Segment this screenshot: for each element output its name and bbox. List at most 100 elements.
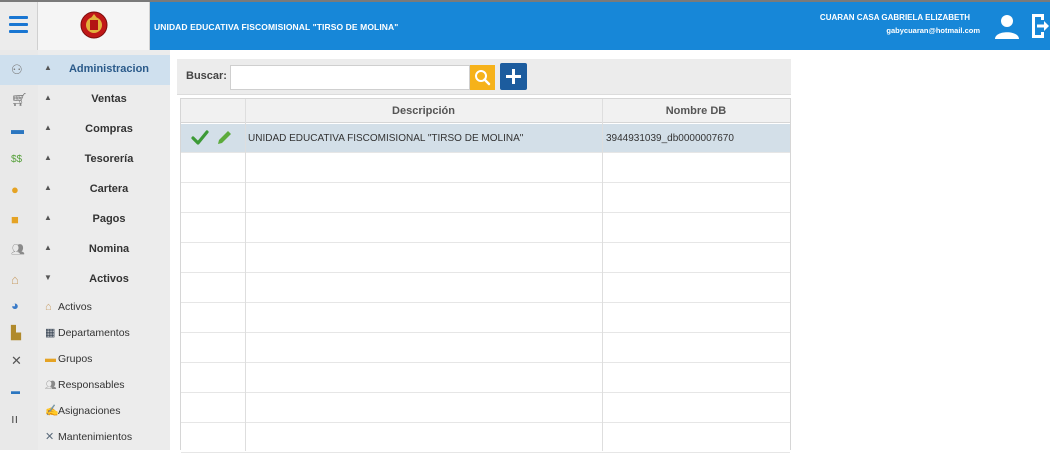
header-bar: UNIDAD EDUCATIVA FISCOMISIONAL "TIRSO DE… bbox=[150, 2, 1050, 50]
subitem-departamentos[interactable]: ▦ Departamentos bbox=[38, 321, 170, 347]
user-name: CUARAN CASA GABRIELA ELIZABETH bbox=[819, 13, 970, 22]
caret-down-icon: ▼ bbox=[44, 273, 52, 282]
caret-up-icon: ▲ bbox=[44, 123, 52, 132]
table-row-empty bbox=[181, 214, 790, 243]
sidebar: ⚇ ▲ Administracion 🛒︎ ▲ Ventas ▬ ▲ Compr… bbox=[0, 50, 170, 450]
table-row-empty bbox=[181, 184, 790, 213]
wallet-icon: ● bbox=[11, 182, 19, 197]
table-row-empty bbox=[181, 394, 790, 423]
sidebar-item-label: Administracion bbox=[68, 63, 150, 75]
check-icon[interactable] bbox=[191, 129, 209, 147]
column-divider bbox=[602, 99, 603, 451]
house-icon: ⌂ bbox=[45, 301, 52, 313]
logout-icon[interactable] bbox=[1029, 12, 1049, 40]
table-row-empty bbox=[181, 154, 790, 183]
plus-icon bbox=[506, 69, 521, 84]
sidebar-item-activos[interactable]: ⌂ ▼ Activos bbox=[0, 265, 170, 295]
subitem-asignaciones[interactable]: ✍ Asignaciones bbox=[38, 399, 170, 425]
school-logo[interactable] bbox=[38, 2, 150, 50]
user-avatar-icon[interactable] bbox=[994, 13, 1020, 39]
hamburger-bar bbox=[9, 30, 28, 33]
sidebar-item-pagos[interactable]: ■ ▲ Pagos bbox=[0, 205, 170, 235]
subitem-label: Responsables bbox=[58, 379, 125, 391]
caret-up-icon: ▲ bbox=[44, 243, 52, 252]
search-toolbar: Buscar: bbox=[177, 59, 791, 95]
tools-icon: ✕ bbox=[45, 431, 55, 443]
subitem-label: Asignaciones bbox=[58, 405, 121, 417]
column-header-descripcion[interactable]: Descripción bbox=[245, 99, 602, 123]
sidebar-item-tesoreria[interactable]: $$ ▲ Tesorería bbox=[0, 145, 170, 175]
people-icon: 👥︎ bbox=[45, 380, 57, 390]
hamburger-menu-icon bbox=[9, 16, 28, 19]
sidebar-item-label: Compras bbox=[85, 123, 133, 135]
subitem-mantenimientos[interactable]: ✕ Mantenimientos bbox=[38, 425, 170, 451]
hamburger-menu-button[interactable] bbox=[0, 2, 38, 50]
sidebar-item-label: Cartera bbox=[89, 183, 129, 195]
school-crest-logo bbox=[80, 11, 108, 39]
add-button[interactable] bbox=[500, 63, 527, 90]
search-icon bbox=[475, 70, 491, 86]
column-header-nombre-db[interactable]: Nombre DB bbox=[602, 99, 790, 123]
edit-pencil-icon[interactable] bbox=[215, 129, 233, 147]
table-row-empty bbox=[181, 334, 790, 363]
house-icon: ⌂ bbox=[11, 272, 19, 287]
payment-icon: ■ bbox=[11, 212, 19, 227]
top-bar: UNIDAD EDUCATIVA FISCOMISIONAL "TIRSO DE… bbox=[0, 0, 1050, 50]
user-email: gabycuaran@hotmail.com bbox=[886, 26, 980, 35]
hamburger-bar bbox=[9, 23, 28, 26]
money-icon: $$ bbox=[11, 154, 23, 165]
search-button[interactable] bbox=[470, 65, 495, 90]
subitem-grupos[interactable]: ▬ Grupos bbox=[38, 347, 170, 373]
sidebar-item-compras[interactable]: ▬ ▲ Compras bbox=[0, 115, 170, 145]
caret-up-icon: ▲ bbox=[44, 213, 52, 222]
truck-icon: ▬ bbox=[11, 122, 24, 137]
grid-header: Descripción Nombre DB bbox=[181, 99, 790, 123]
caret-up-icon: ▲ bbox=[44, 63, 52, 72]
pie-chart-icon[interactable]: ◕ bbox=[11, 299, 27, 313]
utensils-icon[interactable]: ıı bbox=[11, 412, 27, 426]
caret-up-icon: ▲ bbox=[44, 153, 52, 162]
column-divider bbox=[245, 99, 246, 451]
sidebar-item-ventas[interactable]: 🛒︎ ▲ Ventas bbox=[0, 85, 170, 115]
column-header-actions bbox=[181, 99, 245, 123]
table-row-empty bbox=[181, 274, 790, 303]
building-icon: ▦ bbox=[45, 327, 56, 339]
search-label: Buscar: bbox=[186, 70, 227, 82]
sidebar-item-label: Nomina bbox=[88, 243, 130, 255]
caret-up-icon: ▲ bbox=[44, 183, 52, 192]
subitem-responsables[interactable]: 👥︎ Responsables bbox=[38, 373, 170, 399]
group-icon: ▬ bbox=[45, 353, 56, 365]
table-row-empty bbox=[181, 364, 790, 393]
cart-icon: 🛒︎ bbox=[11, 92, 28, 107]
table-row-empty bbox=[181, 304, 790, 333]
sidebar-item-label: Tesorería bbox=[84, 153, 134, 165]
table-row[interactable]: UNIDAD EDUCATIVA FISCOMISIONAL "TIRSO DE… bbox=[181, 124, 790, 153]
sidebar-item-label: Pagos bbox=[92, 213, 126, 225]
assign-icon: ✍ bbox=[45, 405, 59, 417]
factory-icon[interactable]: ▙ bbox=[11, 326, 27, 340]
sidebar-item-administracion[interactable]: ⚇ ▲ Administracion bbox=[0, 55, 170, 85]
cell-nombre-db: 3944931039_db0000007670 bbox=[606, 133, 734, 144]
sidebar-item-cartera[interactable]: ● ▲ Cartera bbox=[0, 175, 170, 205]
subitem-label: Grupos bbox=[58, 353, 93, 365]
cell-descripcion: UNIDAD EDUCATIVA FISCOMISIONAL "TIRSO DE… bbox=[248, 133, 524, 144]
institution-title: UNIDAD EDUCATIVA FISCOMISIONAL "TIRSO DE… bbox=[154, 22, 399, 32]
table-row-empty bbox=[181, 244, 790, 273]
people-icon: 👥︎ bbox=[11, 244, 25, 256]
sidebar-item-nomina[interactable]: 👥︎ ▲ Nomina bbox=[0, 235, 170, 265]
subitem-label: Mantenimientos bbox=[58, 431, 133, 443]
main-content: Buscar: Descripción Nombre DB UNIDAD EDU… bbox=[170, 50, 1050, 453]
user-info: CUARAN CASA GABRIELA ELIZABETH gabycuara… bbox=[819, 11, 980, 37]
admin-users-icon: ⚇ bbox=[11, 62, 23, 77]
search-input[interactable] bbox=[230, 65, 470, 90]
data-grid: Descripción Nombre DB UNIDAD EDUCATIVA F… bbox=[180, 98, 791, 453]
sidebar-item-label: Ventas bbox=[91, 93, 127, 105]
caret-up-icon: ▲ bbox=[44, 93, 52, 102]
subitem-label: Activos bbox=[58, 301, 92, 313]
table-row-empty bbox=[181, 424, 790, 453]
car-icon[interactable]: ▬ bbox=[11, 384, 27, 398]
subitem-label: Departamentos bbox=[58, 327, 130, 339]
sidebar-item-label: Activos bbox=[89, 273, 129, 285]
subitem-activos[interactable]: ⌂ Activos bbox=[38, 295, 170, 321]
tools-icon[interactable]: ✕ bbox=[11, 354, 27, 368]
